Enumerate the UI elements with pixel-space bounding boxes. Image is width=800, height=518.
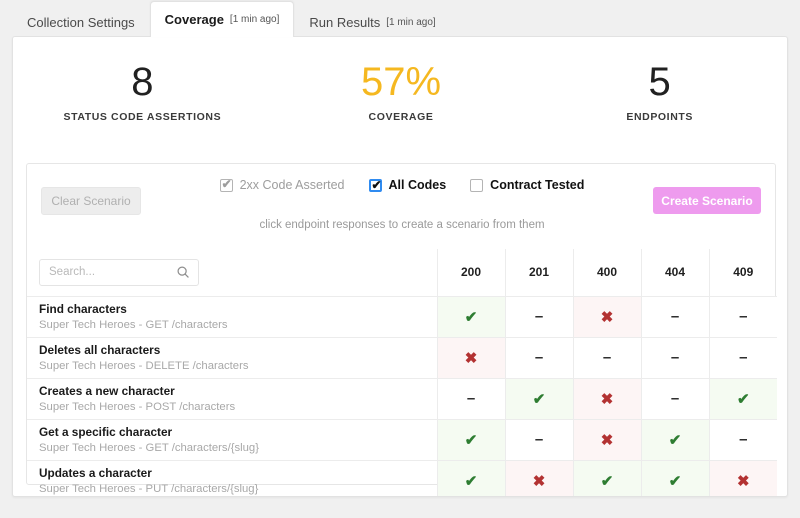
- search-box[interactable]: [39, 258, 199, 286]
- status-cell-409-none[interactable]: –: [708, 418, 777, 460]
- table-row: Get a specific character Super Tech Heroe…: [27, 418, 777, 460]
- scenario-controls: Clear Scenario ✔ 2xx Code Asserted ✔ All Co…: [27, 164, 775, 249]
- endpoint-description: Super Tech Heroes - PUT /characters/{slu…: [39, 482, 259, 495]
- status-cell-200-none[interactable]: –: [436, 377, 505, 419]
- status-cell-201-none[interactable]: –: [504, 418, 573, 460]
- tab-run-results[interactable]: Run Results [1 min ago]: [294, 7, 450, 37]
- status-cell-404-pass[interactable]: ✔: [640, 418, 709, 460]
- column-header-400: 400: [572, 249, 641, 296]
- stat-value: 5: [648, 60, 671, 104]
- status-cell-201-fail[interactable]: ✖: [504, 459, 573, 496]
- status-cell-400-fail[interactable]: ✖: [572, 418, 641, 460]
- status-cell-200-pass[interactable]: ✔: [436, 418, 505, 460]
- stat-label: COVERAGE: [368, 111, 434, 123]
- endpoint-name: Deletes all characters: [39, 342, 161, 357]
- status-cell-400-pass[interactable]: ✔: [572, 459, 641, 496]
- status-cell-201-none[interactable]: –: [504, 336, 573, 378]
- scenario-hint-text: click endpoint responses to create a sce…: [259, 219, 545, 231]
- stat-label: ENDPOINTS: [626, 111, 694, 123]
- endpoint-description: Super Tech Heroes - DELETE /characters: [39, 359, 249, 372]
- tab-bar: Collection Settings Coverage [1 min ago] Ru…: [0, 0, 800, 37]
- checkbox-box[interactable]: ✔: [219, 176, 233, 192]
- status-cell-400-none[interactable]: –: [572, 336, 641, 378]
- status-cell-200-fail[interactable]: ✖: [436, 336, 505, 378]
- endpoint-name-cell: Find characters Super Tech Heroes - GET /…: [27, 295, 437, 337]
- status-cell-404-pass[interactable]: ✔: [640, 459, 709, 496]
- endpoint-name: Find characters: [39, 301, 127, 316]
- tab-timestamp: [1 min ago]: [229, 14, 280, 25]
- status-cell-404-none[interactable]: –: [640, 336, 709, 378]
- checkbox-box[interactable]: ✔: [368, 177, 382, 192]
- search-icon: [176, 265, 190, 279]
- search-header-cell: [27, 249, 437, 296]
- endpoint-name-cell: Updates a character Super Tech Heroes - P…: [27, 459, 437, 496]
- table-row: Updates a character Super Tech Heroes - P…: [27, 459, 777, 496]
- checkbox-all-codes[interactable]: ✔ All Codes: [368, 177, 447, 192]
- endpoint-description: Super Tech Heroes - POST /characters: [39, 400, 236, 413]
- column-header-404: 404: [640, 249, 709, 296]
- table-row: Deletes all characters Super Tech Heroes …: [27, 336, 777, 378]
- summary-stats: 8 STATUS CODE ASSERTIONS 57% COVERAGE 5 ENDPO…: [13, 59, 787, 123]
- checkbox-label: Contract Tested: [490, 178, 585, 192]
- status-cell-201-none[interactable]: –: [504, 295, 573, 337]
- table-head: 200201400404409: [27, 249, 777, 296]
- check-icon: ✔: [221, 176, 232, 191]
- column-header-201: 201: [504, 249, 573, 296]
- table-body: Find characters Super Tech Heroes - GET /…: [27, 295, 777, 496]
- create-scenario-button[interactable]: Create Scenario: [653, 187, 761, 214]
- status-cell-400-fail[interactable]: ✖: [572, 295, 641, 337]
- search-input[interactable]: [40, 259, 198, 285]
- status-cell-200-pass[interactable]: ✔: [436, 295, 505, 337]
- status-cell-201-pass[interactable]: ✔: [504, 377, 573, 419]
- tab-label: Coverage: [164, 12, 224, 27]
- coverage-card: 8 STATUS CODE ASSERTIONS 57% COVERAGE 5 ENDPO…: [12, 36, 788, 497]
- column-header-409: 409: [708, 249, 777, 296]
- stat-label: STATUS CODE ASSERTIONS: [63, 111, 222, 123]
- stat-status-code-assertions: 8 STATUS CODE ASSERTIONS: [13, 59, 272, 123]
- endpoint-description: Super Tech Heroes - GET /characters/{slu…: [39, 441, 259, 454]
- endpoint-name: Updates a character: [39, 465, 152, 480]
- tab-coverage[interactable]: Coverage [1 min ago]: [149, 1, 295, 37]
- checkbox-2xx-code-asserted[interactable]: ✔ 2xx Code Asserted: [219, 176, 345, 192]
- endpoint-name: Creates a new character: [39, 383, 175, 398]
- checkbox-label: All Codes: [388, 178, 447, 192]
- status-cell-404-none[interactable]: –: [640, 377, 709, 419]
- tab-label: Collection Settings: [27, 15, 135, 30]
- stat-endpoints: 5 ENDPOINTS: [530, 59, 787, 123]
- tab-label: Run Results: [309, 15, 381, 30]
- stat-coverage: 57% COVERAGE: [272, 59, 531, 123]
- endpoint-name-cell: Deletes all characters Super Tech Heroes …: [27, 336, 437, 378]
- status-cell-409-fail[interactable]: ✖: [708, 459, 777, 496]
- endpoint-name-cell: Creates a new character Super Tech Heroes…: [27, 377, 437, 419]
- column-header-200: 200: [436, 249, 505, 296]
- status-cell-400-fail[interactable]: ✖: [572, 377, 641, 419]
- endpoint-description: Super Tech Heroes - GET /characters: [39, 318, 228, 331]
- status-cell-409-none[interactable]: –: [708, 336, 777, 378]
- checkbox-label: 2xx Code Asserted: [239, 178, 345, 192]
- endpoint-name: Get a specific character: [39, 424, 173, 439]
- status-cell-404-none[interactable]: –: [640, 295, 709, 337]
- coverage-table: 200201400404409 Find characters Super Tec…: [27, 249, 777, 496]
- table-row: Find characters Super Tech Heroes - GET /…: [27, 295, 777, 337]
- status-cell-409-none[interactable]: –: [708, 295, 777, 337]
- check-icon: ✔: [371, 177, 382, 192]
- stat-value: 57%: [360, 60, 442, 104]
- stat-value: 8: [131, 60, 154, 104]
- status-cell-409-pass[interactable]: ✔: [708, 377, 777, 419]
- table-header-row: 200201400404409: [27, 249, 777, 296]
- tab-timestamp: [1 min ago]: [386, 17, 436, 28]
- checkbox-box[interactable]: [470, 178, 484, 192]
- scenario-panel: Clear Scenario ✔ 2xx Code Asserted ✔ All Co…: [26, 163, 777, 496]
- status-cell-200-pass[interactable]: ✔: [436, 459, 505, 496]
- checkbox-contract-tested[interactable]: Contract Tested: [470, 178, 584, 192]
- table-row: Creates a new character Super Tech Heroes…: [27, 377, 777, 419]
- endpoint-name-cell: Get a specific character Super Tech Heroe…: [27, 418, 437, 460]
- tab-collection-settings[interactable]: Collection Settings: [12, 7, 150, 37]
